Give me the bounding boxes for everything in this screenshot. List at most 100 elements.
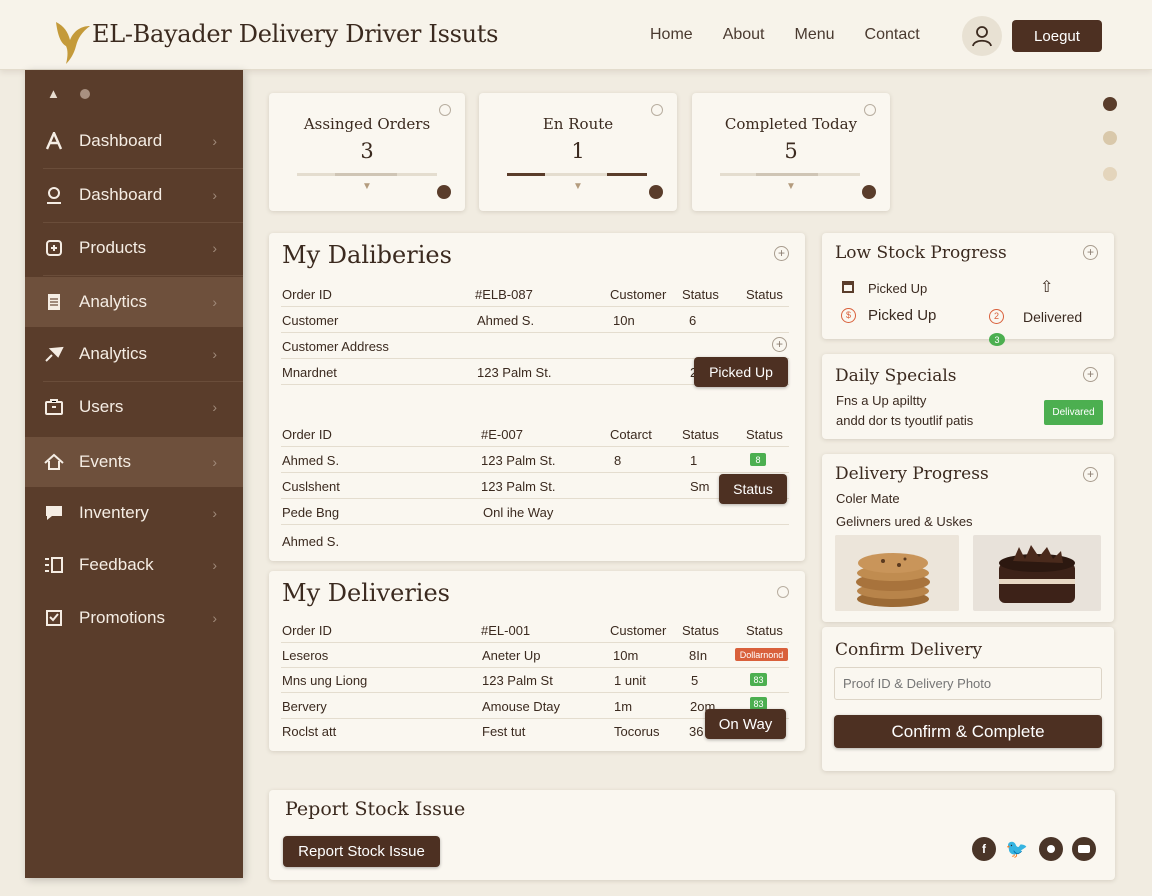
cell: 1: [690, 453, 698, 468]
table-row[interactable]: Cuslshent 123 Palm St. Sm: [281, 473, 789, 499]
home-icon[interactable]: ⇧: [1040, 277, 1053, 297]
main-nav: Home About Menu Contact: [650, 26, 920, 44]
stat-title: En Route: [542, 115, 614, 133]
my-deliveries-card: My Deliveries Order ID #EL-001 Customer …: [269, 571, 805, 751]
add-icon[interactable]: +: [772, 337, 787, 352]
sidebar-item-analytics[interactable]: Analytics ›: [25, 277, 243, 327]
add-icon[interactable]: +: [1083, 467, 1098, 482]
twitter-icon[interactable]: 🐦: [1005, 837, 1029, 861]
table-header: Order ID #ELB-087 Customer Status Status: [281, 281, 789, 307]
chevron-right-icon: ›: [212, 505, 217, 521]
sidebar-item-label: Events: [79, 452, 131, 471]
cell: Aneter Up: [482, 648, 541, 663]
sidebar-item-events[interactable]: Events ›: [25, 437, 243, 487]
sidebar-item-analytics-2[interactable]: Analytics ›: [25, 329, 243, 379]
chevron-right-icon: ›: [212, 399, 217, 415]
chevron-down-icon[interactable]: ▼: [269, 181, 465, 192]
cell: 1 unit: [614, 673, 646, 688]
confirm-delivery-card: Confirm Delivery Confirm & Complete: [822, 627, 1114, 771]
delivery-progress-card: Delivery Progress + Coler Mate Gelivners…: [822, 454, 1114, 622]
sidebar-item-dashboard[interactable]: Dashboard ›: [25, 116, 243, 166]
settings-icon[interactable]: [777, 586, 789, 598]
chocolate-cake-image: [973, 535, 1101, 611]
table-row[interactable]: Ahmed S. 123 Palm St. 8 1 8: [281, 447, 789, 473]
cell: Pede Bng: [282, 505, 340, 520]
cell: 123 Palm St.: [477, 365, 552, 380]
picked-up-button[interactable]: Picked Up: [694, 357, 788, 387]
daily-specials-card: Daily Specials + Fns a Up apiltty andd d…: [822, 354, 1114, 439]
table-row[interactable]: Mns ung Liong 123 Palm St 1 unit 5 83: [281, 667, 789, 693]
sidebar-item-promotions[interactable]: Promotions ›: [25, 593, 243, 643]
cookies-image: [835, 535, 959, 611]
stat-card-assigned[interactable]: Assinged Orders 3 ▼: [269, 93, 465, 211]
cell: Mns ung Liong: [282, 673, 368, 688]
status-badge: Dollarnond: [735, 648, 788, 661]
app-title: EL-Bayader Delivery Driver Issuts: [92, 20, 499, 48]
letter-a-icon: [43, 130, 65, 152]
stat-card-completed[interactable]: Completed Today 5 ▼: [692, 93, 890, 211]
cell: 8: [614, 453, 622, 468]
page-dot-2[interactable]: [1103, 131, 1117, 145]
table-header: Order ID #EL-001 Customer Status Status: [281, 617, 789, 643]
cell: Ahmed S.: [282, 534, 340, 549]
cell: 10m: [613, 648, 639, 663]
progress-text: Coler Mate: [836, 491, 900, 506]
cell: 123 Palm St: [482, 673, 553, 688]
chevron-down-icon[interactable]: ▼: [479, 181, 677, 192]
special-text: andd dor ts tyoutlif patis: [836, 413, 974, 428]
col-status-2: Status: [746, 427, 783, 442]
circle-icon[interactable]: [1039, 837, 1063, 861]
chevron-right-icon: ›: [212, 294, 217, 310]
proof-input[interactable]: [834, 667, 1102, 700]
sidebar-item-inventory[interactable]: Inventery ›: [25, 488, 243, 538]
stat-card-en-route[interactable]: En Route 1 ▼: [479, 93, 677, 211]
table-row[interactable]: Customer Ahmed S. 10n 6: [281, 307, 789, 333]
user-avatar-icon[interactable]: [962, 16, 1002, 56]
box-icon: [43, 237, 65, 259]
stat-value: 1: [571, 139, 585, 163]
col-status: Status: [682, 427, 719, 442]
sidebar-item-dashboard-2[interactable]: Dashboard ›: [25, 170, 243, 220]
progress-bar: [507, 173, 647, 176]
table-row[interactable]: Customer Address +: [281, 333, 789, 359]
add-icon[interactable]: +: [1083, 245, 1098, 260]
low-stock-card: Low Stock Progress + Picked Up ⇧ $ Picke…: [822, 233, 1114, 346]
triangle-icon[interactable]: ▲: [47, 86, 60, 101]
section-title: Low Stock Progress: [835, 243, 1007, 263]
nav-about[interactable]: About: [723, 26, 765, 44]
camera-icon[interactable]: [1072, 837, 1096, 861]
logout-button[interactable]: Loegut: [1012, 20, 1102, 52]
cell: 123 Palm St.: [481, 479, 556, 494]
cell: #EL-001: [481, 623, 531, 638]
table-row[interactable]: Leseros Aneter Up 10m 8In Dollarnond: [281, 642, 789, 668]
on-way-button[interactable]: On Way: [705, 709, 786, 739]
dot-icon[interactable]: [79, 88, 90, 99]
cell: Mnardnet: [282, 365, 337, 380]
nav-menu[interactable]: Menu: [795, 26, 835, 44]
chevron-down-icon[interactable]: ▼: [692, 181, 890, 192]
cell: Customer: [282, 313, 339, 328]
stat-value: 3: [360, 139, 374, 163]
cell: Fest tut: [482, 724, 526, 739]
sidebar-item-users[interactable]: Users ›: [25, 382, 243, 432]
table-row[interactable]: Ahmed S.: [281, 528, 789, 554]
add-icon[interactable]: +: [774, 246, 789, 261]
table-row[interactable]: Pede Bng Onl ihe Way: [281, 499, 789, 525]
add-icon[interactable]: +: [1083, 367, 1098, 382]
page-dot-1[interactable]: [1103, 97, 1117, 111]
report-stock-button[interactable]: Report Stock Issue: [283, 836, 440, 867]
page-dot-3[interactable]: [1103, 167, 1117, 181]
low-stock-item: Picked Up: [868, 307, 937, 324]
col-status-2: Status: [746, 623, 783, 638]
chevron-right-icon: ›: [212, 454, 217, 470]
nav-contact[interactable]: Contact: [865, 26, 920, 44]
chevron-right-icon: ›: [212, 610, 217, 626]
sidebar-item-products[interactable]: Products ›: [25, 223, 243, 273]
delivered-badge[interactable]: Delivared: [1044, 400, 1103, 425]
facebook-icon[interactable]: f: [972, 837, 996, 861]
confirm-complete-button[interactable]: Confirm & Complete: [834, 715, 1102, 748]
stat-value: 5: [784, 139, 798, 163]
nav-home[interactable]: Home: [650, 26, 693, 44]
briefcase-icon: [43, 396, 65, 418]
sidebar-item-feedback[interactable]: Feedback ›: [25, 540, 243, 590]
